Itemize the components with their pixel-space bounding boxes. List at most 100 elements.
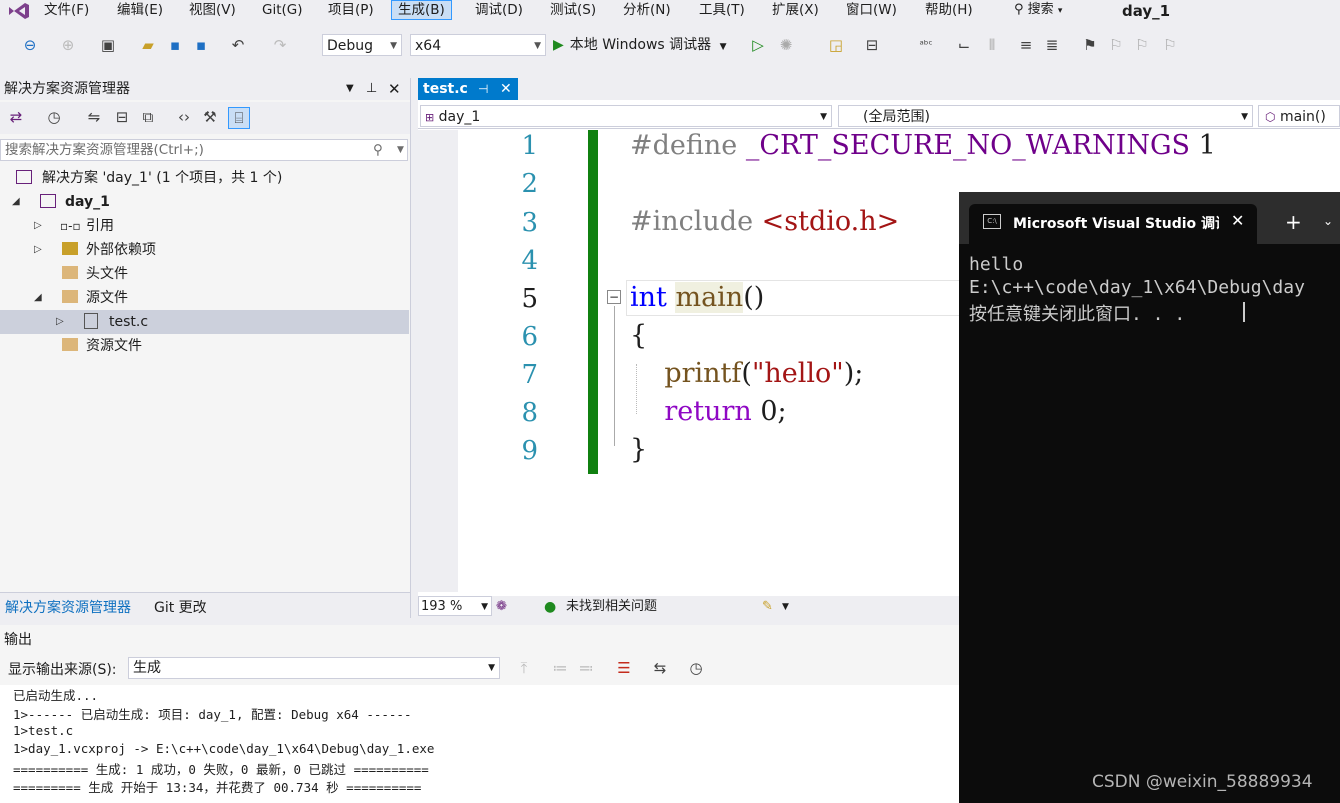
tree-item-test-c[interactable]: ▷ test.c	[0, 310, 409, 334]
format-icon[interactable]: ⫴	[982, 35, 1002, 55]
collapsed-arrow-icon[interactable]: ▷	[34, 214, 42, 238]
console-tab[interactable]: C:\ Microsoft Visual Studio 调试控 ✕	[969, 204, 1257, 244]
bookmark-icon[interactable]: ⚑	[1080, 35, 1100, 55]
menu-build[interactable]: 生成(B)	[391, 0, 452, 20]
menu-help[interactable]: 帮助(H)	[919, 0, 979, 20]
collapsed-arrow-icon[interactable]: ▷	[34, 238, 42, 262]
next-bookmark-icon[interactable]: ⚐	[1132, 35, 1152, 55]
sync-with-document-icon[interactable]: ⇋	[84, 107, 104, 127]
clear-all-icon[interactable]: ☰	[614, 658, 634, 678]
new-tab-plus-icon[interactable]: +	[1285, 210, 1302, 234]
open-file-icon[interactable]: ▰	[138, 35, 158, 55]
collapse-outline-icon[interactable]: −	[607, 290, 621, 304]
solution-configuration-select[interactable]: Debug ▼	[322, 34, 402, 56]
menu-tools[interactable]: 工具(T)	[693, 0, 751, 20]
tree-item-solution[interactable]: 解决方案 'day_1' (1 个项目，共 1 个)	[0, 166, 409, 190]
menu-analyze[interactable]: 分析(N)	[617, 0, 677, 20]
window-menu-chevron-icon[interactable]: ▼	[346, 78, 354, 100]
member-dropdown[interactable]: ⬡ main()	[1258, 105, 1340, 127]
search-menu[interactable]: ⚲ 搜索 ▾	[1014, 0, 1062, 20]
project-dropdown[interactable]: ⊞ day_1 ▼	[420, 105, 832, 127]
next-message-icon[interactable]: ≕	[576, 658, 596, 678]
menu-project[interactable]: 项目(P)	[322, 0, 380, 20]
spell-check-icon[interactable]: ᵃᵇᶜ	[916, 35, 936, 55]
previous-bookmark-icon[interactable]: ⚐	[1106, 35, 1126, 55]
pending-changes-filter-icon[interactable]: ◷	[44, 107, 64, 127]
menu-edit[interactable]: 编辑(E)	[111, 0, 169, 20]
code-line-3: #include <stdio.h>	[630, 206, 899, 237]
output-source-value: 生成	[133, 660, 161, 676]
go-to-location-icon[interactable]: ⤒	[514, 658, 534, 678]
visual-studio-logo-icon[interactable]	[6, 1, 32, 21]
chevron-down-icon: ▼	[481, 602, 488, 612]
hot-reload-icon[interactable]: ✺	[776, 35, 796, 55]
code-cleanup-icon[interactable]: ✎	[762, 596, 773, 618]
redo-icon[interactable]: ↷	[270, 35, 290, 55]
previous-message-icon[interactable]: ≔	[550, 658, 570, 678]
menu-test[interactable]: 测试(S)	[544, 0, 602, 20]
save-icon[interactable]: ▪	[165, 35, 185, 55]
output-line: 已启动生成...	[13, 688, 99, 703]
start-without-debugging-icon[interactable]: ▷	[748, 35, 768, 55]
configuration-value: Debug	[327, 38, 374, 54]
tree-item-external-dependencies[interactable]: ▷ 外部依赖项	[0, 238, 409, 262]
menu-window[interactable]: 窗口(W)	[840, 0, 903, 20]
new-project-icon[interactable]: ▣	[98, 35, 118, 55]
pin-icon[interactable]: ⊣	[478, 78, 488, 100]
scope-dropdown[interactable]: (全局范围) ▼	[838, 105, 1253, 127]
pin-icon[interactable]: ⊥	[366, 78, 377, 100]
bookmark-marker-icon[interactable]: ⌙	[954, 35, 974, 55]
solution-explorer-search-input[interactable]: 搜索解决方案资源管理器(Ctrl+;) ⚲ ▼	[0, 139, 408, 161]
switch-views-icon[interactable]: ⇄	[6, 107, 26, 127]
tree-item-resource-files[interactable]: 资源文件	[0, 334, 409, 358]
clear-bookmarks-icon[interactable]: ⚐	[1160, 35, 1180, 55]
menu-debug[interactable]: 调试(D)	[469, 0, 529, 20]
paren: );	[843, 358, 864, 389]
properties-wrench-icon[interactable]: ⚒	[200, 107, 220, 127]
chevron-down-icon[interactable]: ▼	[782, 596, 789, 618]
save-all-icon[interactable]: ▪	[191, 35, 211, 55]
chevron-down-icon[interactable]: ⌄	[1323, 214, 1333, 228]
intellicode-icon[interactable]: ❁	[496, 596, 507, 618]
expanded-arrow-icon[interactable]: ◢	[12, 190, 20, 214]
toggle-word-wrap-icon[interactable]: ⇆	[650, 658, 670, 678]
tab-git-changes[interactable]: Git 更改	[154, 597, 207, 617]
menu-view[interactable]: 视图(V)	[183, 0, 242, 20]
show-all-files-icon[interactable]: ⧉	[138, 107, 158, 127]
menu-git[interactable]: Git(G)	[256, 0, 309, 20]
expanded-arrow-icon[interactable]: ◢	[34, 286, 42, 310]
output-source-select[interactable]: 生成 ▼	[128, 657, 500, 679]
find-in-files-icon[interactable]: ◲	[826, 35, 846, 55]
tree-item-header-files[interactable]: 头文件	[0, 262, 409, 286]
macro-name: _CRT_SECURE_NO_WARNINGS	[745, 130, 1191, 161]
zoom-select[interactable]: 193 % ▼	[418, 596, 492, 616]
timestamp-clock-icon[interactable]: ◷	[686, 658, 706, 678]
tree-item-references[interactable]: ▷ ▫-▫ 引用	[0, 214, 409, 238]
scope-dropdown-value: (全局范围)	[863, 109, 930, 125]
comment-out-icon[interactable]: ≡	[1016, 35, 1036, 55]
close-icon[interactable]: ✕	[500, 78, 512, 100]
tree-item-source-files[interactable]: ◢ 源文件	[0, 286, 409, 310]
menu-file[interactable]: 文件(F)	[38, 0, 95, 20]
collapsed-arrow-icon[interactable]: ▷	[56, 310, 64, 334]
uncomment-icon[interactable]: ≣	[1042, 35, 1062, 55]
view-code-icon[interactable]: ‹›	[174, 107, 194, 127]
collapse-all-icon[interactable]: ⊟	[112, 107, 132, 127]
debug-console-window[interactable]: C:\ Microsoft Visual Studio 调试控 ✕ + ⌄ he…	[959, 192, 1340, 803]
tab-solution-explorer[interactable]: 解决方案资源管理器	[5, 597, 131, 617]
navigate-back-icon[interactable]: ⊖	[20, 35, 40, 55]
start-debugging-button[interactable]: ▶ 本地 Windows 调试器 ▼	[553, 34, 727, 56]
tree-item-project[interactable]: ◢ day_1	[0, 190, 409, 214]
undo-icon[interactable]: ↶	[228, 35, 248, 55]
keyword: return	[664, 396, 752, 427]
tab-test-c[interactable]: test.c ⊣ ✕	[418, 78, 518, 100]
navigate-forward-icon[interactable]: ⊕	[58, 35, 78, 55]
close-icon[interactable]: ✕	[388, 78, 401, 100]
solution-platform-select[interactable]: x64 ▼	[410, 34, 546, 56]
close-icon[interactable]: ✕	[1231, 211, 1244, 230]
menu-extensions[interactable]: 扩展(X)	[766, 0, 825, 20]
start-debugging-label: 本地 Windows 调试器	[569, 37, 712, 53]
layout-icon[interactable]: ⊟	[862, 35, 882, 55]
preview-selected-items-icon[interactable]: ⌸	[228, 107, 250, 129]
issues-status[interactable]: 未找到相关问题	[566, 596, 657, 618]
